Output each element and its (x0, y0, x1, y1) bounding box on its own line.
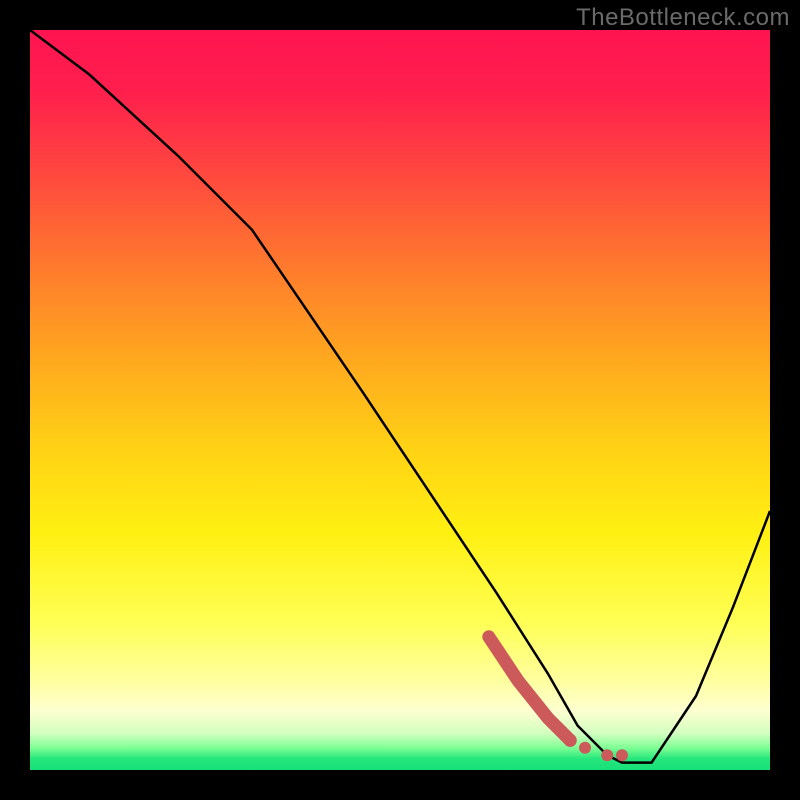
highlight-dot (564, 734, 577, 747)
watermark-text: TheBottleneck.com (576, 4, 790, 32)
highlight-dot (601, 749, 613, 761)
chart-svg (30, 30, 770, 770)
main-curve-line (30, 30, 770, 763)
highlight-dot (616, 749, 628, 761)
highlight-dash-segment (489, 637, 570, 741)
highlight-dot (579, 742, 591, 754)
chart-container: TheBottleneck.com (0, 0, 800, 800)
